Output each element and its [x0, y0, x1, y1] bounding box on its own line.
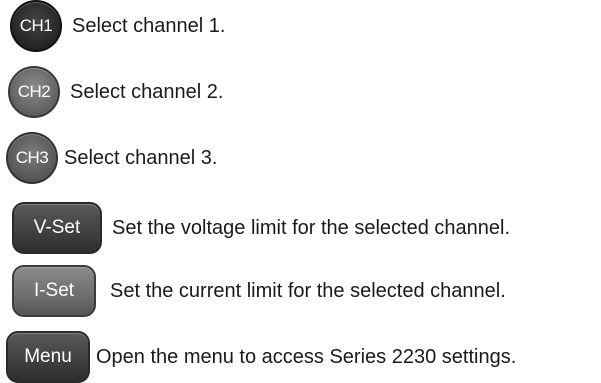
- ch2-description: Select channel 2.: [70, 81, 224, 103]
- i-set-button[interactable]: I-Set: [12, 265, 96, 317]
- ch2-button[interactable]: CH2: [8, 66, 60, 118]
- key-row-ch1: CH1 Select channel 1.: [0, 0, 225, 52]
- ch1-button[interactable]: CH1: [10, 0, 62, 52]
- menu-button-label: Menu: [24, 346, 72, 367]
- key-row-vset: V-Set Set the voltage limit for the sele…: [0, 202, 510, 254]
- ch3-description: Select channel 3.: [64, 147, 218, 169]
- key-row-iset: I-Set Set the current limit for the sele…: [0, 265, 506, 317]
- v-set-button[interactable]: V-Set: [12, 202, 102, 254]
- key-row-ch3: CH3 Select channel 3.: [0, 132, 217, 184]
- ch1-description: Select channel 1.: [72, 15, 226, 37]
- key-row-menu: Menu Open the menu to access Series 2230…: [0, 331, 516, 383]
- i-set-button-label: I-Set: [33, 280, 75, 301]
- menu-button[interactable]: Menu: [6, 331, 90, 383]
- i-set-description: Set the current limit for the selected c…: [110, 280, 506, 302]
- ch3-button-label: CH3: [15, 148, 49, 167]
- menu-description: Open the menu to access Series 2230 sett…: [96, 346, 517, 368]
- ch3-button[interactable]: CH3: [6, 132, 58, 184]
- v-set-button-label: V-Set: [33, 217, 81, 238]
- v-set-description: Set the voltage limit for the selected c…: [112, 217, 511, 239]
- ch1-button-label: CH1: [19, 16, 53, 35]
- key-row-ch2: CH2 Select channel 2.: [0, 66, 223, 118]
- ch2-button-label: CH2: [17, 82, 51, 101]
